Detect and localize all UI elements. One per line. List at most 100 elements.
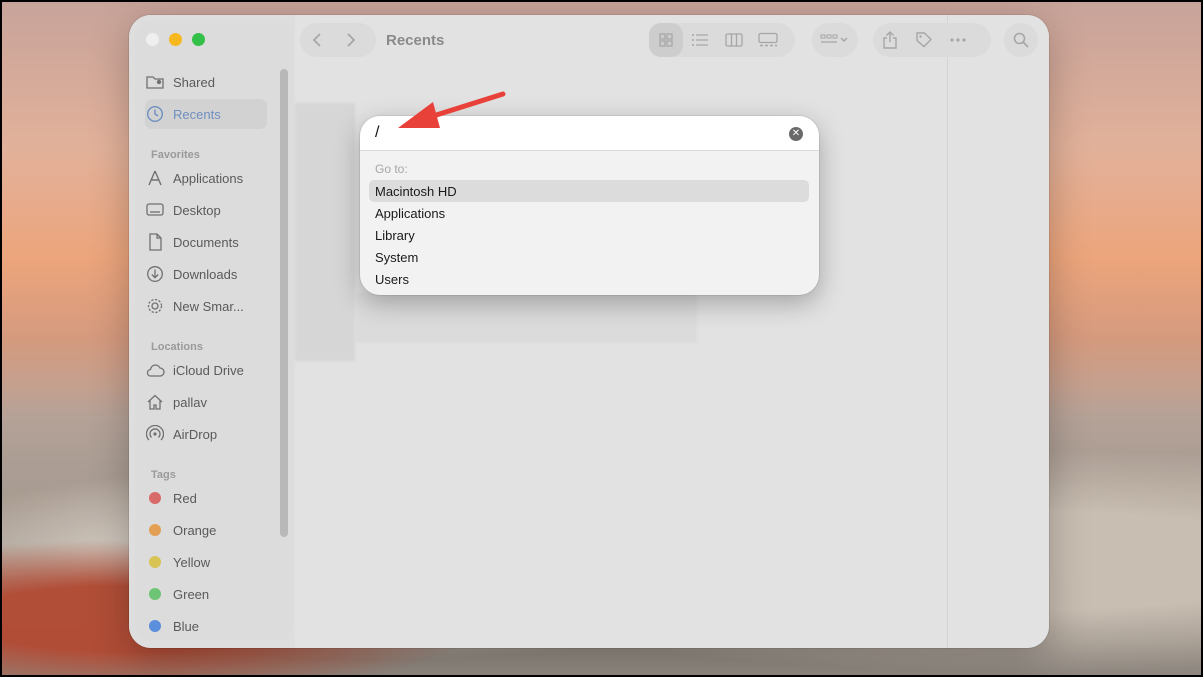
- search-button[interactable]: [1004, 23, 1038, 57]
- path-input-value[interactable]: /: [375, 124, 379, 142]
- shared-folder-icon: [145, 72, 165, 92]
- back-button[interactable]: [300, 23, 334, 57]
- blurred-content: [355, 293, 697, 343]
- ellipsis-icon: [950, 38, 966, 42]
- suggestion-label: System: [375, 249, 419, 265]
- sidebar-item-label: Desktop: [173, 202, 221, 218]
- columns-icon: [725, 33, 743, 47]
- sidebar-item-shared[interactable]: Shared: [145, 67, 267, 97]
- sidebar-item-label: pallav: [173, 394, 207, 410]
- sidebar-item-tag-orange[interactable]: Orange: [145, 515, 267, 545]
- desktop-icon: [145, 200, 165, 220]
- gear-icon: [145, 296, 165, 316]
- tags-section-header: Tags: [151, 469, 176, 481]
- tag-icon: [916, 32, 932, 48]
- tag-button[interactable]: [907, 23, 941, 57]
- blue-tag-dot: [149, 620, 161, 632]
- go-to-label: Go to:: [375, 162, 408, 176]
- suggestion-item[interactable]: System: [369, 246, 809, 268]
- sidebar-item-tag-blue[interactable]: Blue: [145, 611, 267, 641]
- sidebar-item-label: Yellow: [173, 554, 211, 570]
- group-by-button[interactable]: [812, 23, 858, 57]
- sidebar-item-tag-green[interactable]: Green: [145, 579, 267, 609]
- sidebar-item-label: iCloud Drive: [173, 362, 244, 378]
- sidebar-item-label: AirDrop: [173, 426, 218, 442]
- suggestion-label: Library: [375, 227, 415, 243]
- search-icon: [1013, 32, 1029, 48]
- sidebar-item-downloads[interactable]: Downloads: [145, 259, 267, 289]
- sidebar-item-home[interactable]: pallav: [145, 387, 267, 417]
- airdrop-icon: [145, 424, 165, 444]
- sidebar-item-label: New Smar...: [173, 298, 244, 314]
- actions-pill: [873, 23, 991, 57]
- sidebar-item-label: Downloads: [173, 266, 238, 282]
- orange-tag-dot: [149, 524, 161, 536]
- favorites-section-header: Favorites: [151, 149, 200, 161]
- sidebar-item-label: Red: [173, 490, 197, 506]
- sidebar-item-label: Shared: [173, 74, 215, 90]
- sidebar-scrollbar[interactable]: [280, 69, 288, 537]
- sidebar-item-documents[interactable]: Documents: [145, 227, 267, 257]
- sidebar-item-tag-yellow[interactable]: Yellow: [145, 547, 267, 577]
- share-icon: [883, 31, 897, 49]
- view-mode-pill: [649, 23, 795, 57]
- red-tag-dot: [149, 492, 161, 504]
- sidebar-item-applications[interactable]: Applications: [145, 163, 267, 193]
- sidebar-item-airdrop[interactable]: AirDrop: [145, 419, 267, 449]
- more-button[interactable]: [941, 23, 975, 57]
- navigation-pill: [300, 23, 376, 57]
- locations-section-header: Locations: [151, 341, 203, 353]
- suggestion-label: Macintosh HD: [375, 183, 457, 199]
- sidebar-item-label: Documents: [173, 234, 239, 250]
- suggestion-label: Users: [375, 271, 409, 287]
- toolbar: Recents: [295, 15, 1049, 67]
- minimize-window-button[interactable]: [169, 33, 182, 46]
- list-icon: [692, 34, 708, 46]
- document-icon: [145, 232, 165, 252]
- preview-divider: [947, 15, 948, 648]
- green-tag-dot: [149, 588, 161, 600]
- group-by-icon: [820, 34, 848, 43]
- download-icon: [145, 264, 165, 284]
- suggestion-item[interactable]: Users: [369, 268, 809, 290]
- sidebar-item-label: Green: [173, 586, 210, 602]
- window-title: Recents: [386, 32, 445, 49]
- blurred-content: [295, 103, 355, 361]
- main-content: Recents: [295, 15, 1049, 648]
- maximize-window-button[interactable]: [192, 33, 205, 46]
- chevron-right-icon: [347, 33, 356, 47]
- suggestion-label: Applications: [375, 205, 446, 221]
- suggestion-item[interactable]: Macintosh HD: [369, 180, 809, 202]
- sidebar-item-desktop[interactable]: Desktop: [145, 195, 267, 225]
- gallery-view-button[interactable]: [751, 23, 785, 57]
- home-icon: [145, 392, 165, 412]
- clock-icon: [145, 104, 165, 124]
- suggestion-item[interactable]: Library: [369, 224, 809, 246]
- sidebar-item-label: Orange: [173, 522, 217, 538]
- cloud-icon: [145, 360, 165, 380]
- gallery-icon: [758, 32, 778, 47]
- list-view-button[interactable]: [683, 23, 717, 57]
- finder-window: Shared Recents Favorites Applications De…: [129, 15, 1049, 648]
- share-button[interactable]: [873, 23, 907, 57]
- sidebar-item-recents[interactable]: Recents: [145, 99, 267, 129]
- sidebar-item-label: Blue: [173, 618, 200, 634]
- sidebar-item-label: Applications: [173, 170, 244, 186]
- sidebar-item-smart-folder[interactable]: New Smar...: [145, 291, 267, 321]
- clear-icon[interactable]: ✕: [789, 127, 803, 141]
- forward-button[interactable]: [334, 23, 368, 57]
- column-view-button[interactable]: [717, 23, 751, 57]
- go-to-folder-dialog: / ✕ Go to: Macintosh HD Applications Lib…: [360, 116, 819, 295]
- sidebar-item-tag-red[interactable]: Red: [145, 483, 267, 513]
- suggestion-item[interactable]: Applications: [369, 202, 809, 224]
- sidebar: Shared Recents Favorites Applications De…: [129, 15, 295, 648]
- yellow-tag-dot: [149, 556, 161, 568]
- sidebar-item-label: Recents: [173, 106, 221, 122]
- icon-view-button[interactable]: [649, 23, 683, 57]
- sidebar-item-icloud-drive[interactable]: iCloud Drive: [145, 355, 267, 385]
- close-window-button[interactable]: [146, 33, 159, 46]
- grid-icon: [659, 33, 673, 47]
- path-input[interactable]: / ✕: [360, 116, 819, 151]
- applications-icon: [145, 168, 165, 188]
- chevron-left-icon: [312, 33, 321, 47]
